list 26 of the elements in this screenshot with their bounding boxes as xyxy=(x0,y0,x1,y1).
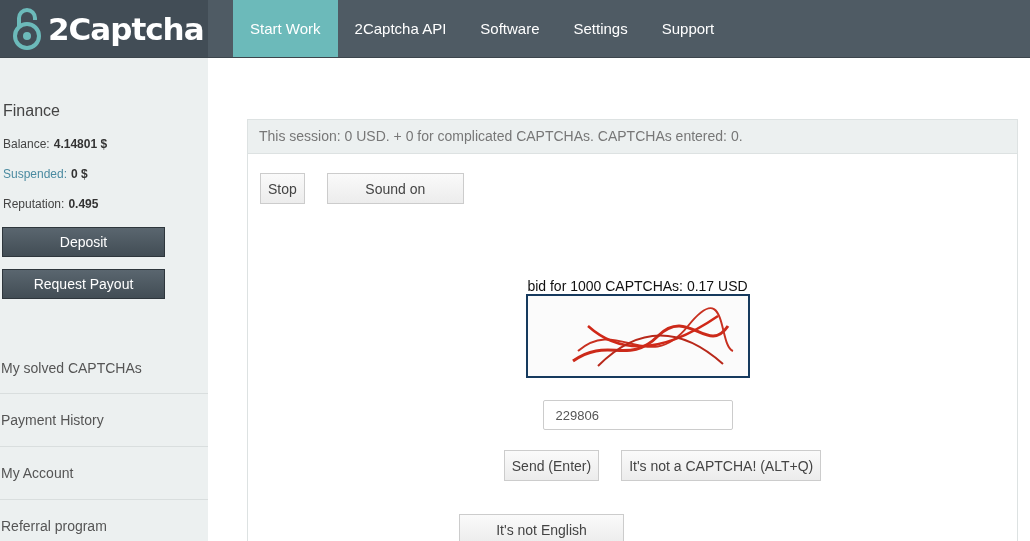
answer-field[interactable]: 229806 xyxy=(542,400,733,430)
not-captcha-button[interactable]: It's not a CAPTCHA! (ALT+Q) xyxy=(621,450,822,481)
section-title: Finance xyxy=(3,102,61,120)
send-button[interactable]: Send (Enter) xyxy=(503,450,600,481)
session-summary: This session: 0 USD. + 0 for complicated CAPTCHAs. CAPTCHAs entered: 0. xyxy=(248,120,1017,154)
nav-tab[interactable]: Support xyxy=(644,0,732,57)
stat-value: 0.495 xyxy=(68,197,99,211)
deposit-button[interactable]: Deposit xyxy=(2,227,165,257)
bid-text: bid for 1000 CAPTCHAs: 0.17 USD xyxy=(527,278,748,294)
stop-button[interactable]: Stop xyxy=(260,173,305,204)
sidebar-item[interactable]: My solved CAPTCHAs xyxy=(0,343,208,394)
stat-label[interactable]: Suspended: xyxy=(3,167,68,181)
stat-label: Reputation: xyxy=(3,197,65,211)
sidebar-item[interactable]: Payment History xyxy=(0,394,208,447)
payout-button[interactable]: Request Payout xyxy=(2,269,165,299)
sidebar-item[interactable]: Referral program xyxy=(0,500,208,541)
sidebar-item[interactable]: My Account xyxy=(0,447,208,500)
nav-tab[interactable]: Settings xyxy=(556,0,645,57)
not-english-button[interactable]: It's not English xyxy=(459,514,624,541)
stat-value: 4.14801 $ xyxy=(53,137,108,151)
padlock-icon xyxy=(12,7,42,50)
nav-tab[interactable]: Software xyxy=(463,0,557,57)
sound-button[interactable]: Sound on xyxy=(326,173,464,204)
nav-tab[interactable]: 2Captcha API xyxy=(337,0,464,57)
stat-label: Balance: xyxy=(3,137,50,151)
stat-value: 0 $ xyxy=(71,167,88,181)
